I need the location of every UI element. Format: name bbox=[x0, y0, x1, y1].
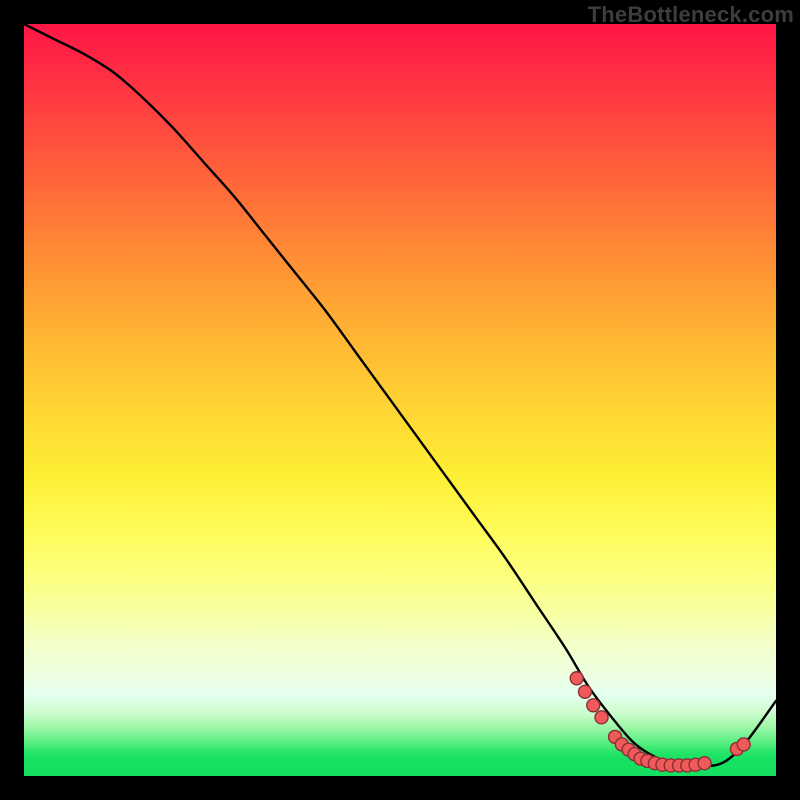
highlight-dot bbox=[570, 672, 583, 685]
highlight-dot bbox=[578, 685, 591, 698]
highlight-dot bbox=[595, 711, 608, 724]
chart-frame: TheBottleneck.com bbox=[0, 0, 800, 800]
plot-area bbox=[24, 24, 776, 776]
highlight-dot bbox=[737, 738, 750, 751]
highlight-dot bbox=[587, 699, 600, 712]
highlight-dots bbox=[570, 672, 750, 772]
curve-overlay bbox=[24, 24, 776, 776]
bottleneck-curve bbox=[24, 24, 776, 766]
highlight-dot bbox=[698, 757, 711, 770]
